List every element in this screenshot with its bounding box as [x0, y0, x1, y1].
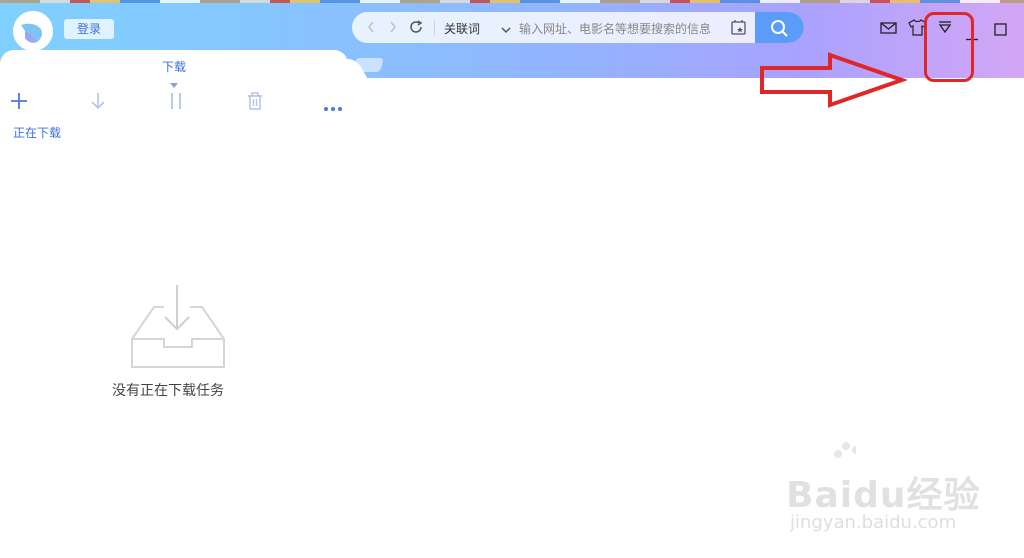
address-input[interactable]	[517, 19, 721, 39]
tab-caret-icon	[170, 73, 178, 92]
login-button[interactable]: 登录	[64, 19, 114, 39]
watermark-url: jingyan.baidu.com	[790, 512, 957, 533]
trash-icon[interactable]	[247, 92, 263, 114]
downloading-section-label[interactable]: 正在下载	[13, 124, 61, 141]
address-divider	[434, 20, 435, 35]
new-tab-button[interactable]	[352, 58, 384, 72]
mail-icon[interactable]	[880, 20, 897, 39]
empty-state-message: 没有正在下载任务	[112, 383, 224, 399]
search-button[interactable]	[755, 12, 804, 43]
search-icon	[771, 20, 788, 37]
search-mode-label[interactable]: 关联词	[444, 20, 480, 37]
add-icon[interactable]	[10, 92, 28, 114]
download-arrow-icon[interactable]	[90, 92, 106, 114]
bookmark-icon[interactable]	[730, 19, 748, 41]
empty-inbox-icon	[130, 283, 226, 377]
browser-logo[interactable]	[13, 11, 53, 51]
maximize-icon[interactable]	[994, 21, 1007, 40]
back-icon[interactable]	[366, 19, 376, 39]
address-bar: 关联词	[352, 12, 804, 43]
annotation-highlight-box	[924, 12, 974, 82]
forward-icon[interactable]	[388, 19, 398, 39]
annotation-arrow-icon	[758, 52, 909, 114]
taskbar-strip	[0, 0, 1024, 3]
pause-icon[interactable]	[170, 92, 182, 114]
refresh-icon[interactable]	[407, 18, 425, 40]
watermark-brand: Baidu经验	[786, 475, 981, 516]
chevron-down-icon[interactable]	[500, 21, 512, 40]
more-icon[interactable]	[323, 97, 343, 116]
